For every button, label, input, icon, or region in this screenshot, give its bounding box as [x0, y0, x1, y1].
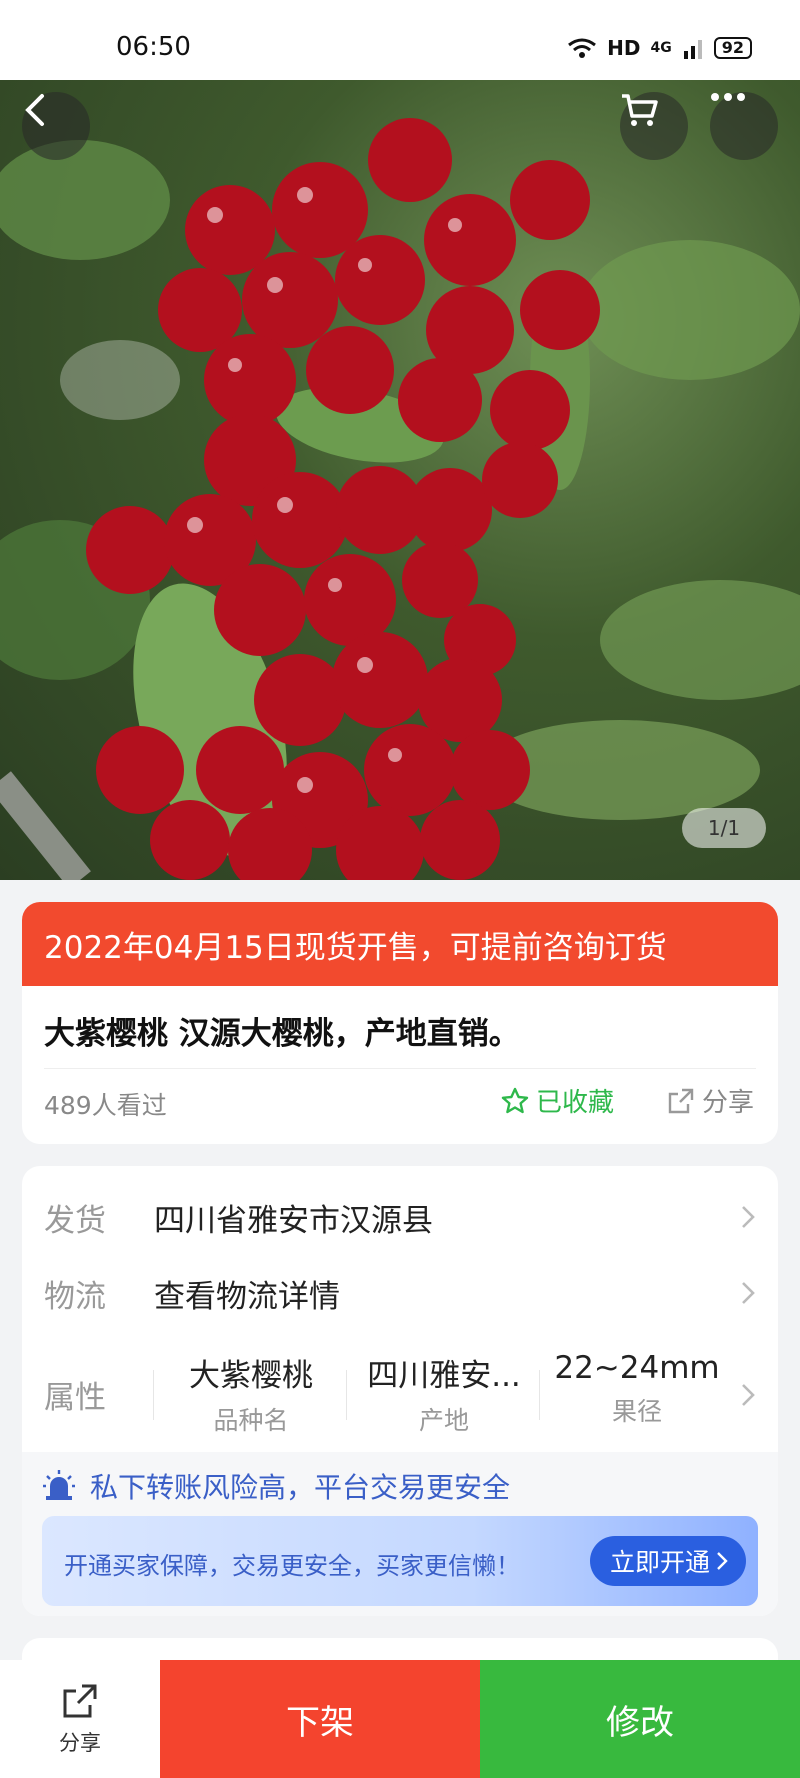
share-link-button[interactable]: 分享 — [666, 1082, 754, 1119]
logistics-row[interactable]: 物流 查看物流详情 — [22, 1258, 778, 1328]
shipping-label: 发货 — [44, 1202, 106, 1239]
status-time: 06:50 — [116, 32, 191, 62]
product-details-card: 发货 四川省雅安市汉源县 物流 查看物流详情 属性 大紫樱桃 品种名 四川雅安.… — [22, 1166, 778, 1616]
attributes-label: 属性 — [44, 1380, 106, 1416]
share-icon — [63, 1684, 97, 1718]
product-info-card: 2022年04月15日现货开售，可提前咨询订货 大紫樱桃 汉源大樱桃，产地直销。… — [22, 902, 778, 1144]
shipping-row[interactable]: 发货 四川省雅安市汉源县 — [22, 1182, 778, 1252]
safety-warning: 私下转账风险高，平台交易更安全 — [90, 1471, 511, 1504]
attribute-value: 大紫樱桃 — [189, 1358, 313, 1394]
divider — [44, 1068, 756, 1069]
attribute-value: 四川雅安... — [367, 1358, 521, 1394]
status-bar: 06:50 HD 4G 92 — [0, 0, 800, 80]
attribute-name: 果径 — [611, 1397, 662, 1426]
attribute-diameter: 22~24mm 果径 — [541, 1350, 733, 1428]
attribute-separator — [153, 1370, 154, 1420]
attribute-variety: 大紫樱桃 品种名 — [155, 1350, 347, 1437]
more-dots-icon — [711, 93, 745, 101]
cart-button[interactable] — [620, 92, 688, 160]
buyer-protection-banner[interactable]: 开通买家保障，交易更安全，买家更信懒！ 立即开通 — [42, 1516, 758, 1606]
attribute-name: 产地 — [418, 1406, 469, 1435]
logistics-label: 物流 — [44, 1278, 106, 1315]
attribute-separator — [346, 1370, 347, 1420]
cherry-photo — [0, 118, 800, 880]
view-count: 489人看过 — [44, 1091, 167, 1120]
edit-button[interactable]: 修改 — [480, 1660, 800, 1778]
attribute-separator — [539, 1370, 540, 1420]
alarm-icon — [43, 1470, 75, 1500]
page-indicator: 1/1 — [682, 808, 766, 848]
more-button[interactable] — [710, 92, 778, 160]
bottom-action-bar: 分享 下架 修改 — [0, 1660, 800, 1778]
protection-text: 开通买家保障，交易更安全，买家更信懒！ — [64, 1552, 520, 1580]
favorite-button[interactable]: 已收藏 — [500, 1082, 614, 1119]
favorite-label: 已收藏 — [536, 1088, 615, 1118]
attribute-origin: 四川雅安... 产地 — [348, 1350, 540, 1437]
chevron-right-icon — [742, 1384, 755, 1406]
wifi-icon — [568, 38, 597, 58]
cart-icon — [622, 94, 658, 126]
share-icon — [668, 1088, 694, 1113]
signal-indicator: 4G — [650, 40, 672, 56]
status-icons: HD 4G 92 — [567, 36, 752, 60]
shipping-value: 四川省雅安市汉源县 — [154, 1202, 433, 1239]
share-button-label: 分享 — [59, 1731, 101, 1755]
chevron-right-icon — [742, 1206, 755, 1228]
share-label: 分享 — [702, 1088, 755, 1118]
attribute-value: 22~24mm — [554, 1350, 720, 1386]
chevron-right-icon — [717, 1552, 728, 1570]
chevron-left-icon — [25, 94, 44, 126]
activate-label: 立即开通 — [609, 1548, 710, 1577]
back-button[interactable] — [22, 92, 90, 160]
hd-indicator: HD — [607, 36, 641, 60]
star-icon — [501, 1087, 529, 1113]
product-title: 大紫樱桃 汉源大樱桃，产地直销。 — [44, 1016, 520, 1052]
attribute-name: 品种名 — [213, 1406, 289, 1435]
chevron-right-icon — [742, 1282, 755, 1304]
logistics-value: 查看物流详情 — [154, 1278, 340, 1315]
signal-icon — [683, 40, 702, 59]
promo-banner: 2022年04月15日现货开售，可提前咨询订货 — [22, 902, 778, 986]
activate-protection-button[interactable]: 立即开通 — [589, 1536, 746, 1586]
battery-indicator: 92 — [713, 37, 752, 59]
product-image-gallery[interactable]: 1/1 — [0, 80, 800, 880]
share-button[interactable]: 分享 — [0, 1660, 160, 1778]
take-down-button[interactable]: 下架 — [160, 1660, 480, 1778]
